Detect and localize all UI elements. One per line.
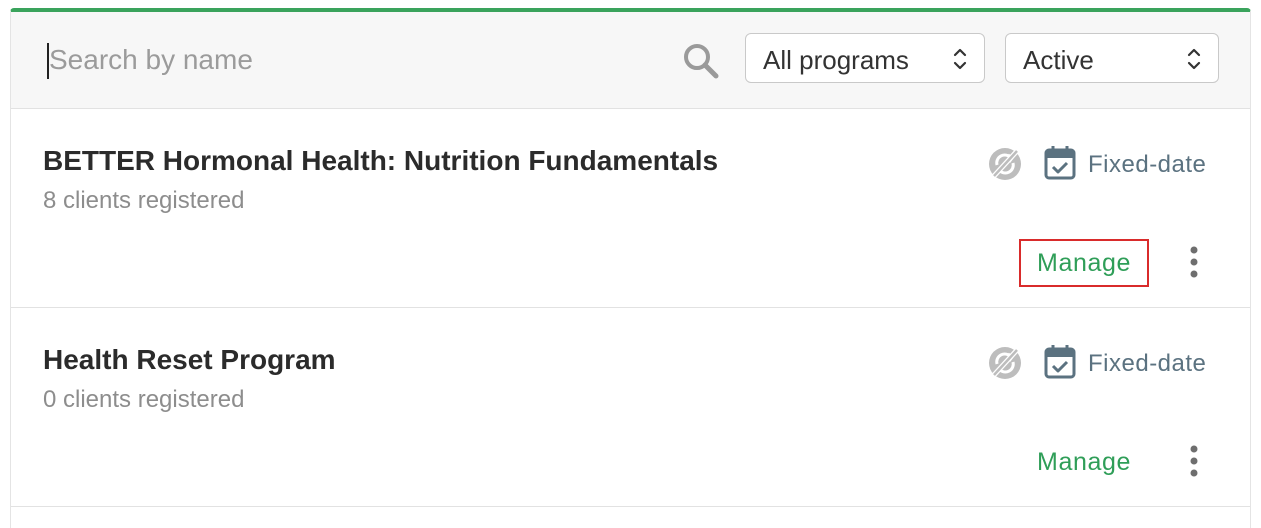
- programs-panel: All programs Active BETTER Hormonal Heal…: [10, 8, 1251, 528]
- program-row: Health Reset Program 0 clients registere…: [11, 308, 1250, 507]
- status-filter-value: Active: [1023, 45, 1094, 75]
- more-vertical-icon[interactable]: [1187, 441, 1201, 481]
- program-filter-select[interactable]: All programs: [745, 33, 985, 83]
- calendar-check-icon: [1044, 144, 1076, 180]
- search-icon[interactable]: [681, 41, 721, 81]
- program-title: Health Reset Program: [43, 344, 336, 375]
- chevron-up-down-icon: [952, 46, 968, 72]
- calendar-check-icon: [1044, 343, 1076, 379]
- program-type-label: Fixed-date: [1088, 350, 1207, 377]
- clients-registered: 8 clients registered: [43, 187, 245, 214]
- sync-disabled-icon: [986, 344, 1024, 382]
- sync-disabled-icon: [986, 145, 1024, 183]
- program-filter-value: All programs: [763, 45, 909, 75]
- status-filter-select[interactable]: Active: [1005, 33, 1219, 83]
- more-vertical-icon[interactable]: [1187, 242, 1201, 282]
- manage-button[interactable]: Manage: [1019, 438, 1149, 486]
- program-type-label: Fixed-date: [1088, 151, 1207, 178]
- manage-button[interactable]: Manage: [1019, 239, 1149, 287]
- program-title: BETTER Hormonal Health: Nutrition Fundam…: [43, 145, 719, 176]
- clients-registered: 0 clients registered: [43, 386, 245, 413]
- program-row: BETTER Hormonal Health: Nutrition Fundam…: [11, 109, 1250, 308]
- search-input[interactable]: [47, 40, 649, 80]
- text-caret: [47, 43, 49, 79]
- chevron-up-down-icon: [1186, 46, 1202, 72]
- filter-toolbar: All programs Active: [11, 12, 1250, 109]
